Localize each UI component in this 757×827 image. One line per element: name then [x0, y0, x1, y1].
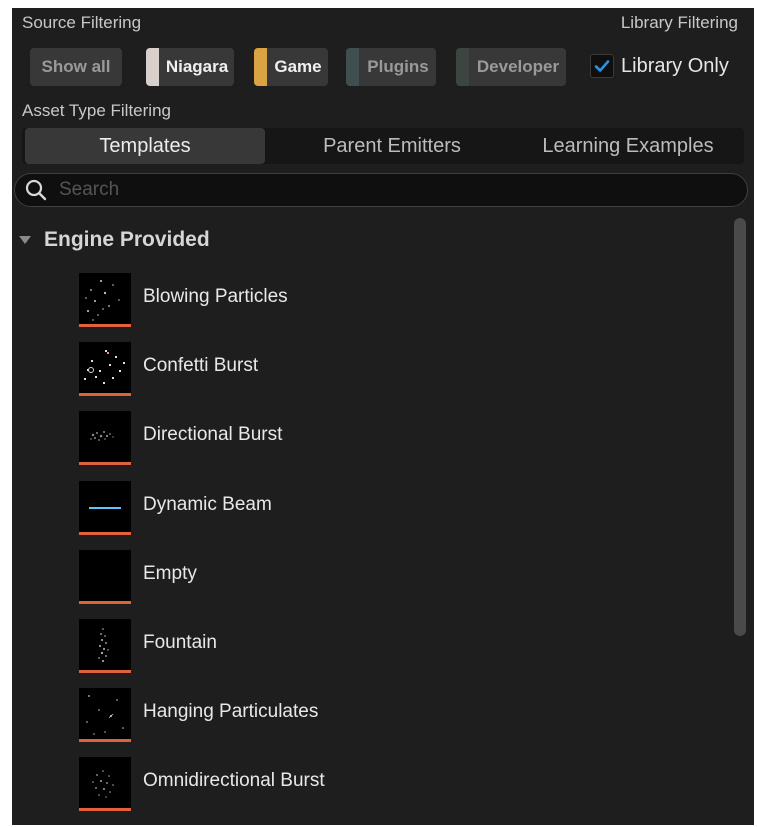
list-item-directional-burst[interactable]: Directional Burst	[12, 408, 732, 477]
list-item-confetti-burst[interactable]: Confetti Burst	[12, 339, 732, 408]
blowing-particles-thumbnail	[79, 273, 131, 327]
niagara-chip-label: Niagara	[165, 57, 229, 76]
game-color-bar	[254, 48, 267, 86]
tab-templates[interactable]: Templates	[25, 128, 265, 164]
list-item-fountain[interactable]: Fountain	[12, 616, 732, 685]
directional-burst-thumbnail	[79, 411, 131, 466]
hanging-particulates-thumbnail	[79, 688, 131, 743]
search-icon	[25, 179, 47, 201]
library-only-label: Library Only	[621, 54, 729, 77]
omnidirectional-burst-thumbnail	[79, 757, 131, 812]
item-label: Blowing Particles	[143, 286, 288, 307]
list-item-blowing-particles[interactable]: Blowing Particles	[12, 270, 732, 339]
item-label: Hanging Particulates	[143, 701, 319, 723]
item-label: Confetti Burst	[143, 355, 259, 377]
item-label: Empty	[143, 562, 197, 584]
dynamic-beam-thumbnail	[79, 480, 131, 535]
library-only-checkbox[interactable]	[590, 54, 614, 78]
item-label: Omnidirectional Burst	[143, 770, 325, 792]
item-label: Fountain	[143, 631, 217, 653]
library-filtering-label: Library Filtering	[620, 13, 738, 32]
emitter-browser-panel: Source Filtering Library Filtering Show …	[12, 8, 754, 825]
show-all-label: Show all	[41, 57, 111, 76]
asset-type-tabbar: Templates Parent Emitters Learning Examp…	[22, 128, 744, 164]
fountain-thumbnail	[79, 618, 131, 673]
niagara-color-bar	[146, 48, 159, 86]
developer-chip-label: Developer	[476, 57, 560, 76]
developer-filter-chip[interactable]: Developer	[456, 48, 566, 86]
confetti-burst-thumbnail	[79, 342, 131, 397]
game-filter-chip[interactable]: Game	[254, 48, 328, 86]
plugins-chip-label: Plugins	[367, 57, 429, 76]
game-chip-label: Game	[274, 57, 322, 76]
tab-parent-emitters[interactable]: Parent Emitters	[272, 128, 512, 164]
list-item-empty[interactable]: Empty	[12, 547, 732, 616]
library-only-toggle[interactable]: Library Only	[590, 54, 729, 78]
plugins-filter-chip[interactable]: Plugins	[346, 48, 436, 86]
list-scrollbar[interactable]	[734, 218, 746, 638]
list-item-omnidirectional-burst[interactable]: Omnidirectional Burst	[12, 754, 732, 823]
search-box	[14, 173, 748, 207]
engine-provided-group-header[interactable]: Engine Provided	[18, 228, 210, 252]
asset-type-filtering-label: Asset Type Filtering	[22, 101, 171, 120]
developer-color-bar	[456, 48, 469, 86]
template-list: Blowing Particles Confetti Burst Directi…	[12, 270, 732, 824]
search-input[interactable]	[57, 178, 721, 202]
list-item-dynamic-beam[interactable]: Dynamic Beam	[12, 478, 732, 547]
show-all-button[interactable]: Show all	[30, 48, 122, 86]
empty-thumbnail	[79, 549, 131, 604]
item-label: Directional Burst	[143, 424, 283, 446]
scrollbar-thumb[interactable]	[734, 218, 746, 636]
engine-provided-title: Engine Provided	[44, 228, 210, 251]
item-label: Dynamic Beam	[143, 493, 272, 515]
caret-down-icon	[19, 236, 31, 244]
tab-learning-examples[interactable]: Learning Examples	[512, 128, 744, 164]
niagara-filter-chip[interactable]: Niagara	[146, 48, 234, 86]
plugins-color-bar	[346, 48, 359, 86]
source-filtering-label: Source Filtering	[22, 13, 142, 32]
checkmark-icon	[594, 60, 610, 72]
list-item-hanging-particulates[interactable]: Hanging Particulates	[12, 685, 732, 754]
